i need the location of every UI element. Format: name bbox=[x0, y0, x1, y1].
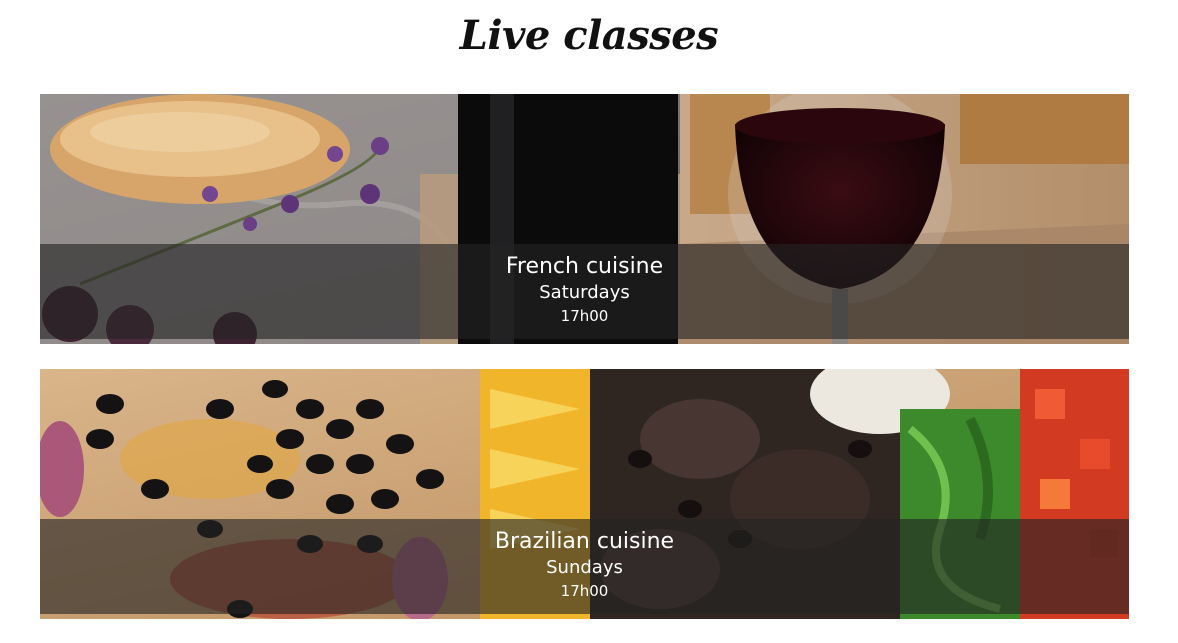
class-card-brazilian[interactable]: Brazilian cuisine Sundays 17h00 bbox=[40, 369, 1129, 619]
class-name: Brazilian cuisine bbox=[494, 529, 675, 554]
class-caption: Brazilian cuisine Sundays 17h00 bbox=[40, 519, 1129, 614]
page-title: Live classes bbox=[459, 12, 719, 59]
class-day: Saturdays bbox=[539, 282, 630, 303]
class-day: Sundays bbox=[546, 557, 623, 578]
class-time: 17h00 bbox=[560, 582, 609, 600]
class-card-french[interactable]: French cuisine Saturdays 17h00 bbox=[40, 94, 1129, 344]
class-name: French cuisine bbox=[505, 254, 664, 279]
class-caption: French cuisine Saturdays 17h00 bbox=[40, 244, 1129, 339]
class-time: 17h00 bbox=[560, 307, 609, 325]
